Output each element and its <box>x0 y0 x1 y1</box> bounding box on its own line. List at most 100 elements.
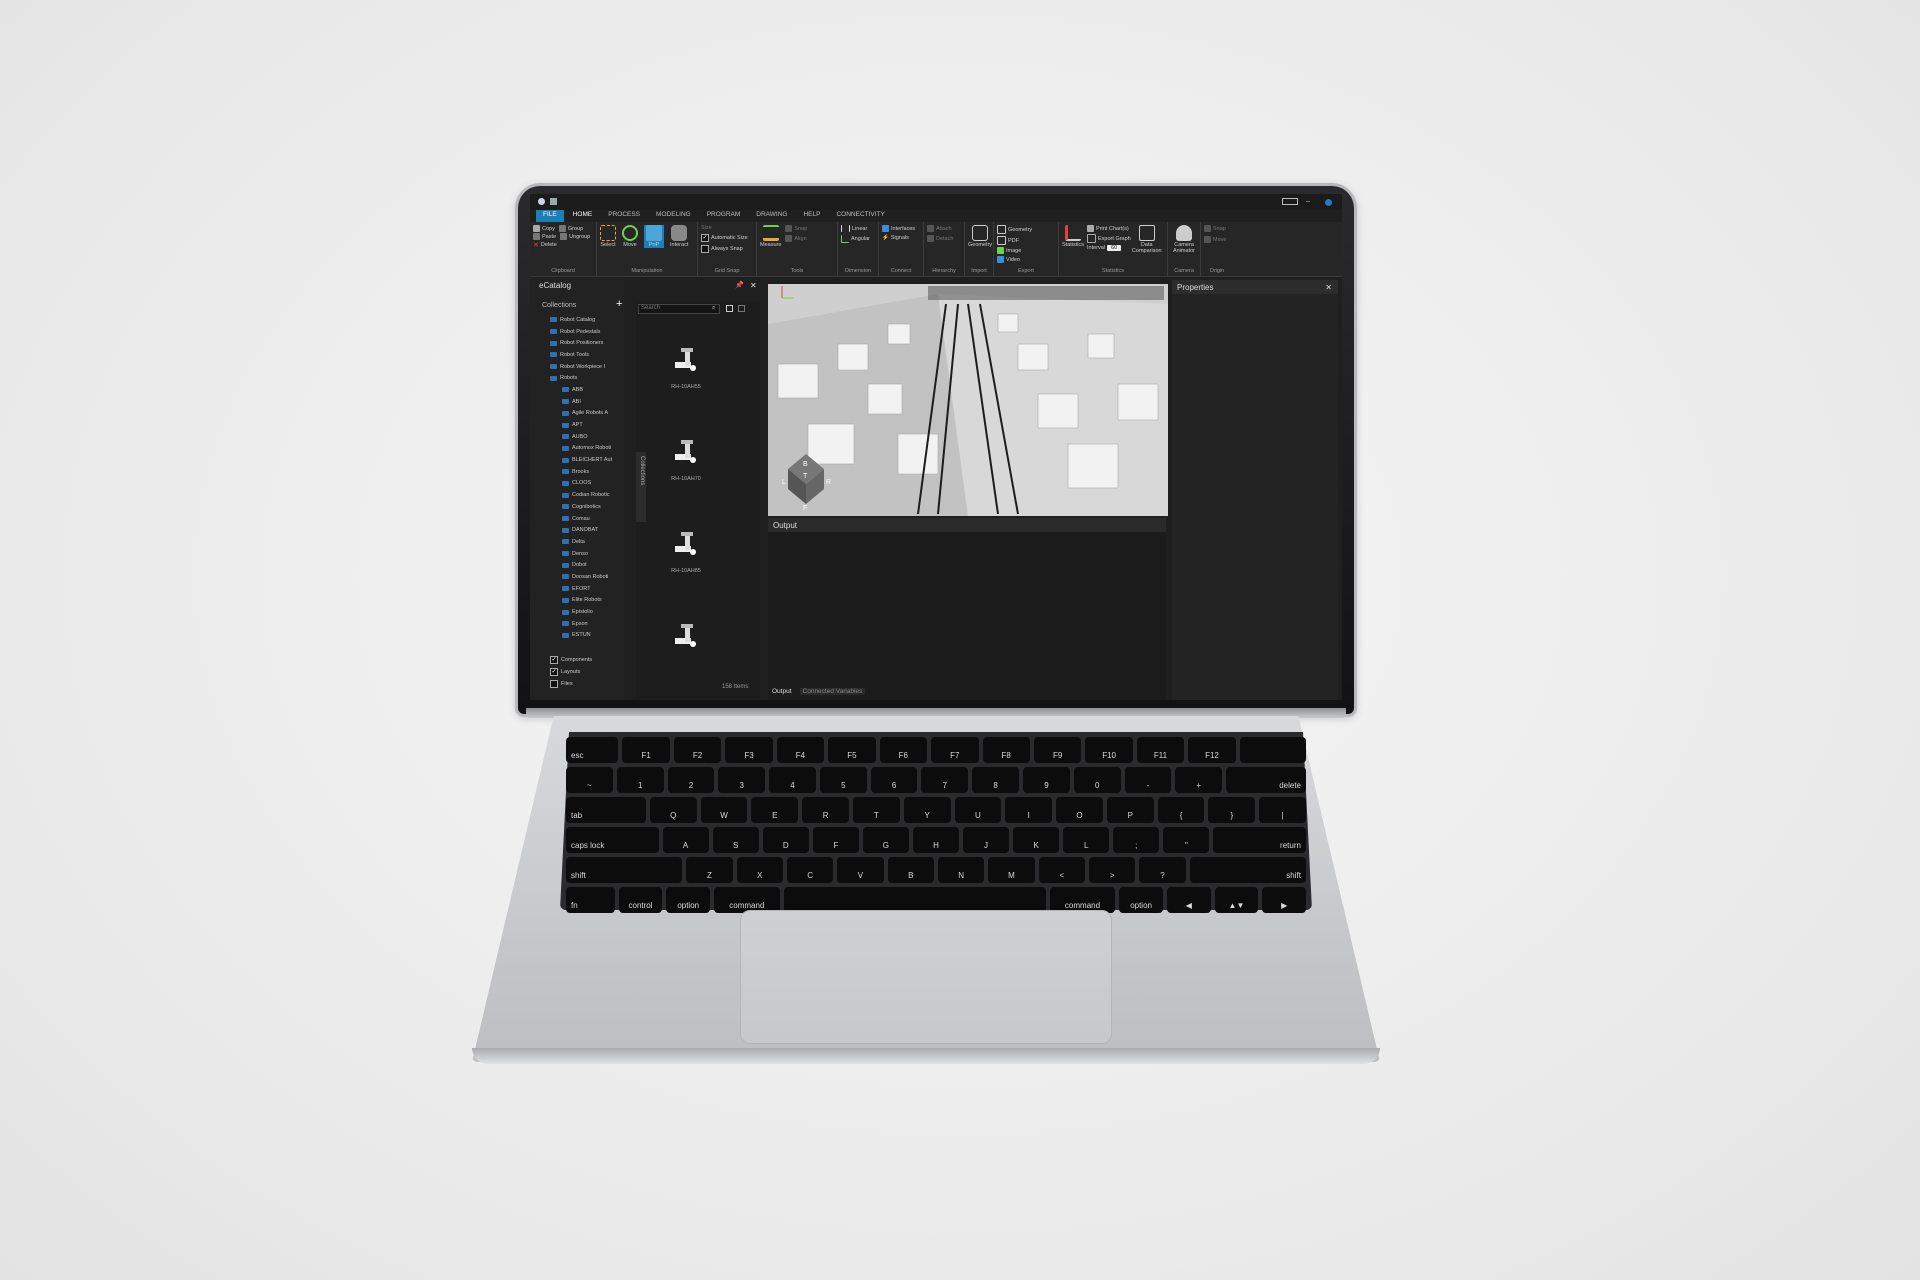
key-h[interactable]: H <box>912 827 960 853</box>
catalog-item[interactable]: RH-10AH55 <box>656 344 716 390</box>
close-icon[interactable]: ✕ <box>750 281 757 290</box>
grid-size-field[interactable]: Size <box>701 225 748 231</box>
tree-item[interactable]: Robot Catalog <box>550 314 624 326</box>
key-}[interactable]: } <box>1208 797 1256 823</box>
tree-item[interactable]: ABI <box>550 396 624 408</box>
tree-item[interactable]: Robot Tools <box>550 349 624 361</box>
key-f2[interactable]: F2 <box>673 737 722 763</box>
key-f10[interactable]: F10 <box>1085 737 1133 763</box>
tree-item[interactable]: ABB <box>550 384 624 396</box>
key-n[interactable]: N <box>937 857 985 883</box>
tree-item[interactable]: Brooks <box>550 466 624 478</box>
key-control[interactable]: control <box>618 887 663 913</box>
tab-drawing[interactable]: DRAWING <box>749 210 794 222</box>
filter-components-checkbox[interactable]: ✓ Components <box>550 654 592 666</box>
tree-item[interactable]: Comau <box>550 513 624 525</box>
key-caps-lock[interactable]: caps lock <box>566 827 659 853</box>
angular-button[interactable]: Angular <box>841 235 870 243</box>
key-option[interactable]: option <box>666 887 711 913</box>
signals-button[interactable]: ⚡ Signals <box>882 235 915 241</box>
tree-item[interactable]: EFORT <box>550 583 624 595</box>
key--[interactable]: - <box>1124 767 1172 793</box>
filter-files-checkbox[interactable]: Files <box>550 678 592 690</box>
interfaces-button[interactable]: Interfaces <box>882 225 915 232</box>
detach-button[interactable]: Detach <box>927 235 953 242</box>
minimize-icon[interactable]: – <box>1306 198 1310 205</box>
ungroup-button[interactable]: Ungroup <box>560 233 590 240</box>
key-f11[interactable]: F11 <box>1136 737 1185 763</box>
key-w[interactable]: W <box>700 797 748 823</box>
key-2[interactable]: 2 <box>667 767 715 793</box>
key-1[interactable]: 1 <box>616 767 664 793</box>
tree-item[interactable]: Doosan Roboti <box>550 571 624 583</box>
interval-input[interactable]: 60 <box>1107 245 1122 251</box>
key-f7[interactable]: F7 <box>931 737 979 763</box>
3d-viewport[interactable]: B L T R F <box>768 284 1168 516</box>
key-return[interactable]: return <box>1213 827 1306 853</box>
delete-button[interactable]: ✕ Delete <box>533 241 557 249</box>
key-7[interactable]: 7 <box>921 767 969 793</box>
tree-item[interactable]: DANOBAT <box>550 524 624 536</box>
key-f4[interactable]: F4 <box>776 737 825 763</box>
move-button[interactable]: Move <box>622 225 638 248</box>
key-4[interactable]: 4 <box>769 767 816 793</box>
key-◀[interactable]: ◀ <box>1166 887 1211 913</box>
tree-item[interactable]: Dobot <box>550 559 624 571</box>
tab-output[interactable]: Output <box>772 688 792 695</box>
key-y[interactable]: Y <box>903 797 951 823</box>
tree-item[interactable]: Epson <box>550 618 624 630</box>
key-c[interactable]: C <box>786 857 834 883</box>
data-comparison-button[interactable]: Data Comparison <box>1132 225 1162 254</box>
collections-side-tab[interactable]: Collections <box>636 452 646 522</box>
tab-file[interactable]: FILE <box>536 210 564 222</box>
tree-item[interactable]: APT <box>550 419 624 431</box>
tree-item[interactable]: Robot Pedestals <box>550 326 624 338</box>
add-collection-icon[interactable]: + <box>616 298 622 310</box>
key-f8[interactable]: F8 <box>982 737 1030 763</box>
key-<[interactable]: < <box>1038 857 1085 883</box>
key-option[interactable]: option <box>1119 887 1163 913</box>
search-icon[interactable]: ⌕ <box>712 305 715 312</box>
group-button[interactable]: Group <box>558 225 583 232</box>
key-q[interactable]: Q <box>649 797 697 823</box>
automatic-size-checkbox[interactable]: ✓ Automatic Size <box>701 234 748 242</box>
key-f3[interactable]: F3 <box>725 737 773 763</box>
origin-move-button[interactable]: Move <box>1204 236 1226 243</box>
key-r[interactable]: R <box>802 797 849 823</box>
filter-layouts-checkbox[interactable]: ✓ Layouts <box>550 666 592 678</box>
key-3[interactable]: 3 <box>718 767 766 793</box>
tree-item[interactable]: Denso <box>550 548 624 560</box>
export-graph-button[interactable]: Export Graph <box>1087 234 1131 243</box>
key-t[interactable]: T <box>852 797 900 823</box>
statistics-button[interactable]: Statistics <box>1062 225 1084 254</box>
key-d[interactable]: D <box>762 827 809 853</box>
key-{[interactable]: { <box>1157 797 1205 823</box>
key-s[interactable]: S <box>712 827 759 853</box>
pin-icon[interactable]: 📌 <box>735 281 744 289</box>
attach-button[interactable]: Attach <box>927 225 953 232</box>
tab-home[interactable]: HOME <box>566 210 600 222</box>
key-tab[interactable]: tab <box>566 797 646 823</box>
tab-program[interactable]: PROGRAM <box>700 210 748 222</box>
tree-item[interactable]: Robots <box>550 372 624 384</box>
catalog-item[interactable]: RH-10AH70 <box>656 436 716 482</box>
tree-item[interactable]: CLOOS <box>550 478 624 490</box>
sort-icon[interactable] <box>738 305 745 312</box>
paste-button[interactable]: Paste <box>533 233 556 240</box>
tree-item[interactable]: Delta <box>550 536 624 548</box>
key-b[interactable]: B <box>887 857 934 883</box>
interact-button[interactable]: Interact <box>670 225 688 248</box>
key->[interactable]: > <box>1089 857 1136 883</box>
help-icon[interactable] <box>1325 199 1332 206</box>
tree-item[interactable]: Codian Robotic <box>550 489 624 501</box>
layout-icon[interactable] <box>1282 198 1298 205</box>
key-i[interactable]: I <box>1005 797 1053 823</box>
print-charts-button[interactable]: Print Chart(s) <box>1087 225 1131 232</box>
export-pdf-button[interactable]: PDF <box>997 236 1019 245</box>
tree-item[interactable]: Automox Roboti <box>550 443 624 455</box>
key-fn[interactable]: fn <box>566 887 615 913</box>
key-x[interactable]: X <box>736 857 783 883</box>
key-power[interactable] <box>1239 737 1307 763</box>
key-f[interactable]: F <box>812 827 859 853</box>
key-v[interactable]: V <box>837 857 884 883</box>
